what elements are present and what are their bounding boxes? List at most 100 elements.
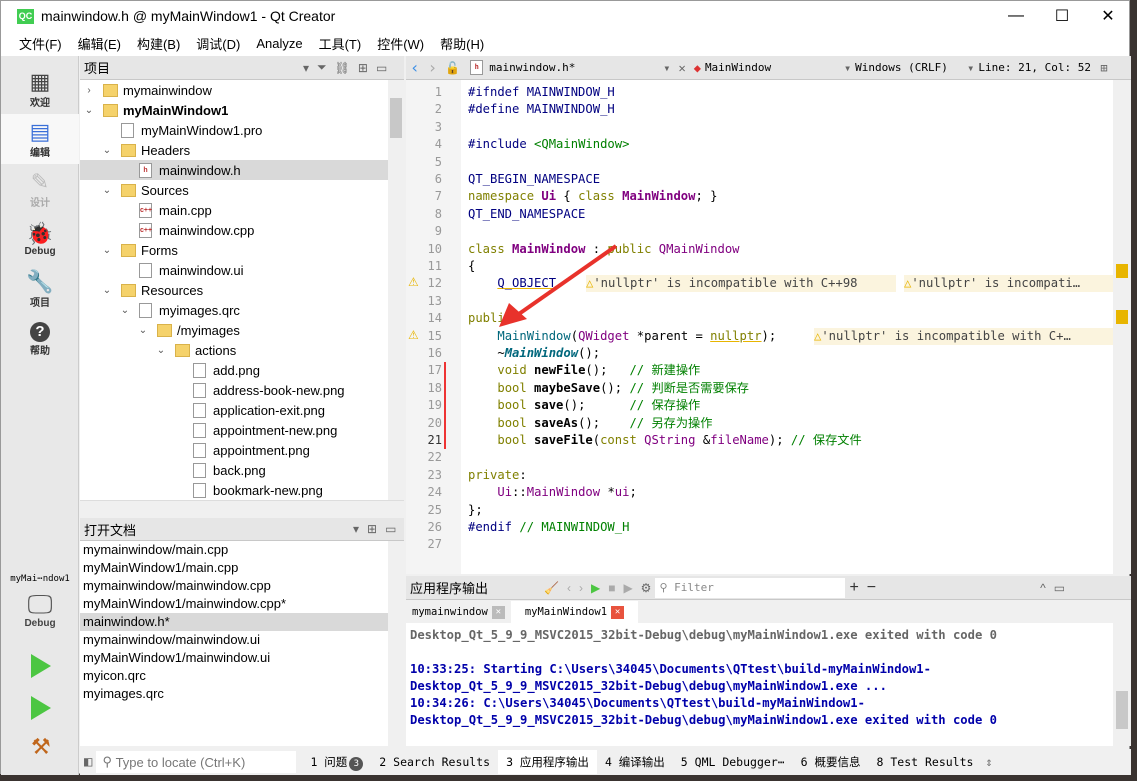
back-icon[interactable]: ‹: [410, 58, 420, 77]
tree-item[interactable]: appointment-new.png: [80, 420, 388, 440]
tree-item[interactable]: bookmark-new.png: [80, 480, 388, 500]
zoom-out-icon[interactable]: −: [867, 579, 876, 597]
next-icon[interactable]: ›: [579, 581, 583, 595]
mode-wrench[interactable]: 🔧 项目: [1, 264, 79, 314]
tree-item[interactable]: ⌄ myMainWindow1: [80, 100, 388, 120]
menu-item[interactable]: 构建(B): [137, 34, 180, 53]
toggle-sidebar-icon[interactable]: ◧: [84, 754, 92, 770]
symbol-selector[interactable]: MainWindow: [705, 61, 840, 74]
tree-item[interactable]: ⌄ /myimages: [80, 320, 388, 340]
tree-scrollbar[interactable]: [388, 80, 404, 500]
close-tab-icon[interactable]: ✕: [491, 605, 505, 619]
tree-item[interactable]: myMainWindow1.pro: [80, 120, 388, 140]
output-pane-button[interactable]: 2 Search Results: [371, 750, 498, 774]
locate-input[interactable]: ⚲ Type to locate (Ctrl+K): [96, 751, 297, 773]
filter-input[interactable]: ⚲ Filter: [655, 577, 846, 598]
attach-debugger-icon[interactable]: ▶: [623, 581, 632, 595]
warning-icon[interactable]: ⚠: [408, 328, 419, 342]
link-icon[interactable]: ⛓: [335, 61, 350, 75]
tree-item[interactable]: c++ main.cpp: [80, 200, 388, 220]
chevron-down-icon[interactable]: ⌄: [83, 105, 95, 116]
output-pane-button[interactable]: 6 概要信息: [793, 750, 869, 774]
tree-item[interactable]: ⌄ Headers: [80, 140, 388, 160]
mode-pencil[interactable]: ✎ 设计: [1, 164, 79, 214]
chevron-right-icon[interactable]: ›: [83, 85, 95, 96]
menu-item[interactable]: 控件(W): [377, 34, 424, 53]
output-pane-button[interactable]: 3 应用程序输出: [498, 750, 597, 774]
dropdown-icon[interactable]: ▾: [663, 61, 670, 75]
menu-item[interactable]: 调试(D): [196, 34, 240, 53]
menu-item[interactable]: Analyze: [256, 36, 302, 51]
close-pane-icon[interactable]: ▭: [1054, 581, 1065, 595]
open-document-item[interactable]: myMainWindow1/mainwindow.ui: [80, 649, 388, 667]
dropdown-icon[interactable]: ▾: [844, 61, 851, 75]
editor-scrollbar[interactable]: [1113, 80, 1131, 574]
tree-item[interactable]: h mainwindow.h: [80, 160, 388, 180]
warning-icon[interactable]: ⚠: [408, 275, 419, 289]
split-icon[interactable]: ⊞: [367, 522, 377, 536]
output-tab[interactable]: myMainWindow1 ✕: [510, 601, 639, 623]
tree-item[interactable]: c++ mainwindow.cpp: [80, 220, 388, 240]
close-pane-icon[interactable]: ▭: [385, 522, 396, 536]
chevron-down-icon[interactable]: ⌄: [155, 345, 167, 356]
output-scrollbar[interactable]: [1113, 623, 1131, 746]
close-pane-icon[interactable]: ▭: [376, 61, 387, 75]
minimize-button[interactable]: —: [993, 1, 1039, 31]
output-pane-button[interactable]: 1 问题 3: [302, 750, 371, 774]
build-hammer-icon[interactable]: ⚒: [31, 734, 51, 760]
mode-bug[interactable]: 🐞 Debug: [1, 214, 79, 264]
mode-help[interactable]: ? 帮助: [1, 314, 79, 364]
tree-item[interactable]: add.png: [80, 360, 388, 380]
menu-item[interactable]: 帮助(H): [440, 34, 484, 53]
more-panes-icon[interactable]: ⇕: [985, 755, 992, 769]
chevron-down-icon[interactable]: ⌄: [119, 305, 131, 316]
debug-run-icon[interactable]: [31, 696, 51, 720]
output-pane-button[interactable]: 5 QML Debugger⋯: [673, 750, 793, 774]
filter-icon[interactable]: ⏷: [317, 60, 327, 75]
tree-item[interactable]: application-exit.png: [80, 400, 388, 420]
chevron-down-icon[interactable]: ⌄: [101, 145, 113, 156]
run-icon[interactable]: [31, 654, 51, 678]
maximize-pane-icon[interactable]: ^: [1040, 581, 1046, 595]
tree-item[interactable]: address-book-new.png: [80, 380, 388, 400]
tree-item[interactable]: ⌄ Forms: [80, 240, 388, 260]
tree-hscrollbar[interactable]: [80, 500, 404, 516]
line-ending-selector[interactable]: Windows (CRLF): [855, 61, 963, 74]
mode-edit[interactable]: ▤ 编辑: [1, 114, 79, 164]
tree-item[interactable]: ⌄ actions: [80, 340, 388, 360]
open-document-item[interactable]: myicon.qrc: [80, 667, 388, 685]
prev-icon[interactable]: ‹: [567, 581, 571, 595]
stop-icon[interactable]: ■: [608, 581, 615, 595]
tree-item[interactable]: › mymainwindow: [80, 80, 388, 100]
close-button[interactable]: ✕: [1085, 1, 1131, 31]
rerun-icon[interactable]: ▶: [591, 581, 600, 595]
project-view-selector[interactable]: 项目: [84, 58, 299, 77]
chevron-down-icon[interactable]: ⌄: [101, 285, 113, 296]
tree-item[interactable]: back.png: [80, 460, 388, 480]
mode-grid[interactable]: ▦ 欢迎: [1, 64, 79, 114]
output-pane-button[interactable]: 4 编译输出: [597, 750, 673, 774]
open-document-item[interactable]: myMainWindow1/mainwindow.cpp*: [80, 595, 388, 613]
close-document-icon[interactable]: ✕: [678, 61, 685, 75]
forward-icon[interactable]: ›: [428, 58, 438, 77]
inline-warning[interactable]: △'nullptr' is incompati…: [904, 275, 1113, 293]
tree-item[interactable]: ⌄ myimages.qrc: [80, 300, 388, 320]
dropdown-icon[interactable]: ▾: [353, 522, 359, 536]
split-icon[interactable]: ⊞: [358, 61, 368, 75]
menu-item[interactable]: 文件(F): [19, 34, 62, 53]
open-document-item[interactable]: mainwindow.h*: [80, 613, 388, 631]
dropdown-icon[interactable]: ▾: [303, 61, 309, 75]
zoom-in-icon[interactable]: +: [849, 579, 858, 597]
split-icon[interactable]: ⊞: [1100, 61, 1107, 75]
inline-warning[interactable]: △'nullptr' is incompatible with C++98: [586, 275, 896, 293]
clear-icon[interactable]: 🧹: [544, 581, 559, 595]
maximize-button[interactable]: ☐: [1039, 1, 1085, 31]
open-file-selector[interactable]: mainwindow.h*: [489, 61, 659, 74]
open-document-item[interactable]: myimages.qrc: [80, 685, 388, 703]
cursor-position[interactable]: Line: 21, Col: 52: [978, 61, 1096, 74]
tree-item[interactable]: mainwindow.ui: [80, 260, 388, 280]
menu-item[interactable]: 编辑(E): [78, 34, 121, 53]
close-tab-icon[interactable]: ✕: [611, 605, 625, 619]
open-document-item[interactable]: mymainwindow/mainwindow.ui: [80, 631, 388, 649]
open-document-item[interactable]: mymainwindow/mainwindow.cpp: [80, 577, 388, 595]
